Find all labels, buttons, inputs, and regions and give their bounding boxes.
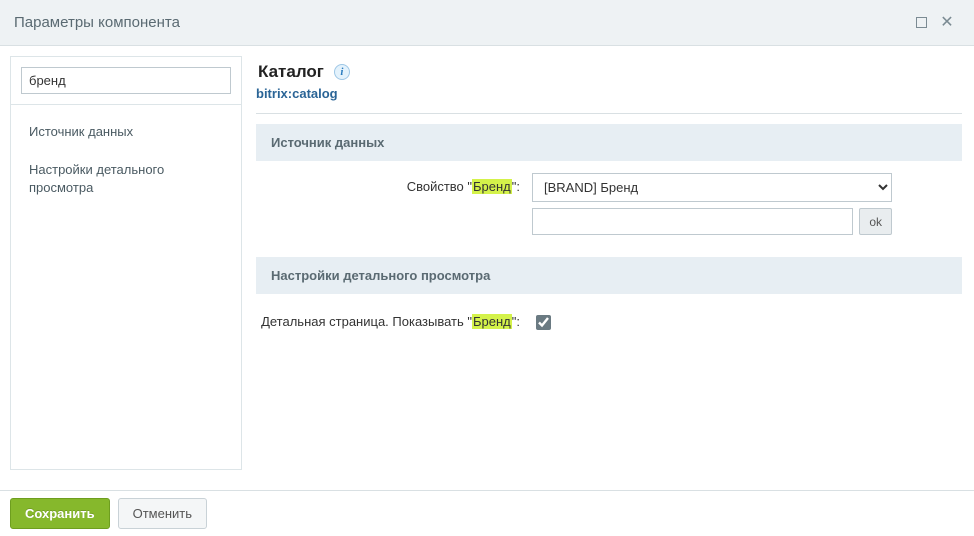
component-header: Каталог i (256, 60, 962, 84)
save-button[interactable]: Сохранить (10, 498, 110, 529)
param-field-brand-property: [BRAND] Бренд ok (532, 173, 892, 235)
dialog-body: Источник данных Настройки детального про… (0, 46, 974, 480)
search-input[interactable] (21, 67, 231, 94)
brand-property-select[interactable]: [BRAND] Бренд (532, 173, 892, 202)
section-header-datasource: Источник данных (256, 124, 962, 161)
divider (256, 113, 962, 114)
brand-property-text-row: ok (532, 208, 892, 235)
main-panel: Каталог i bitrix:catalog Источник данных… (252, 56, 964, 470)
show-brand-checkbox[interactable] (536, 315, 551, 330)
maximize-icon[interactable] (908, 10, 934, 36)
component-title: Каталог (258, 62, 324, 82)
ok-button[interactable]: ok (859, 208, 892, 235)
highlight-text: Бренд (472, 179, 512, 194)
brand-property-input[interactable] (532, 208, 853, 235)
param-row-show-brand: Детальная страница. Показывать "Бренд": (256, 294, 962, 345)
search-wrap (11, 57, 241, 105)
info-icon[interactable]: i (334, 64, 350, 80)
dialog-window: Параметры компонента ✕ Источник данных Н… (0, 0, 974, 536)
highlight-text: Бренд (472, 314, 512, 329)
window-title: Параметры компонента (14, 14, 908, 31)
component-code: bitrix:catalog (256, 86, 962, 101)
section-header-detail: Настройки детального просмотра (256, 257, 962, 294)
dialog-footer: Сохранить Отменить (0, 490, 974, 536)
sidebar-items: Источник данных Настройки детального про… (11, 105, 241, 216)
param-field-show-brand (532, 308, 554, 333)
param-label-brand-property: Свойство "Бренд": (258, 173, 520, 194)
close-icon[interactable]: ✕ (934, 10, 960, 36)
sidebar: Источник данных Настройки детального про… (10, 56, 242, 470)
sidebar-item-detail[interactable]: Настройки детального просмотра (11, 153, 241, 205)
titlebar: Параметры компонента ✕ (0, 0, 974, 46)
sidebar-item-datasource[interactable]: Источник данных (11, 115, 241, 149)
param-label-show-brand: Детальная страница. Показывать "Бренд": (258, 308, 520, 329)
param-row-brand-property: Свойство "Бренд": [BRAND] Бренд ok (256, 161, 962, 247)
cancel-button[interactable]: Отменить (118, 498, 207, 529)
